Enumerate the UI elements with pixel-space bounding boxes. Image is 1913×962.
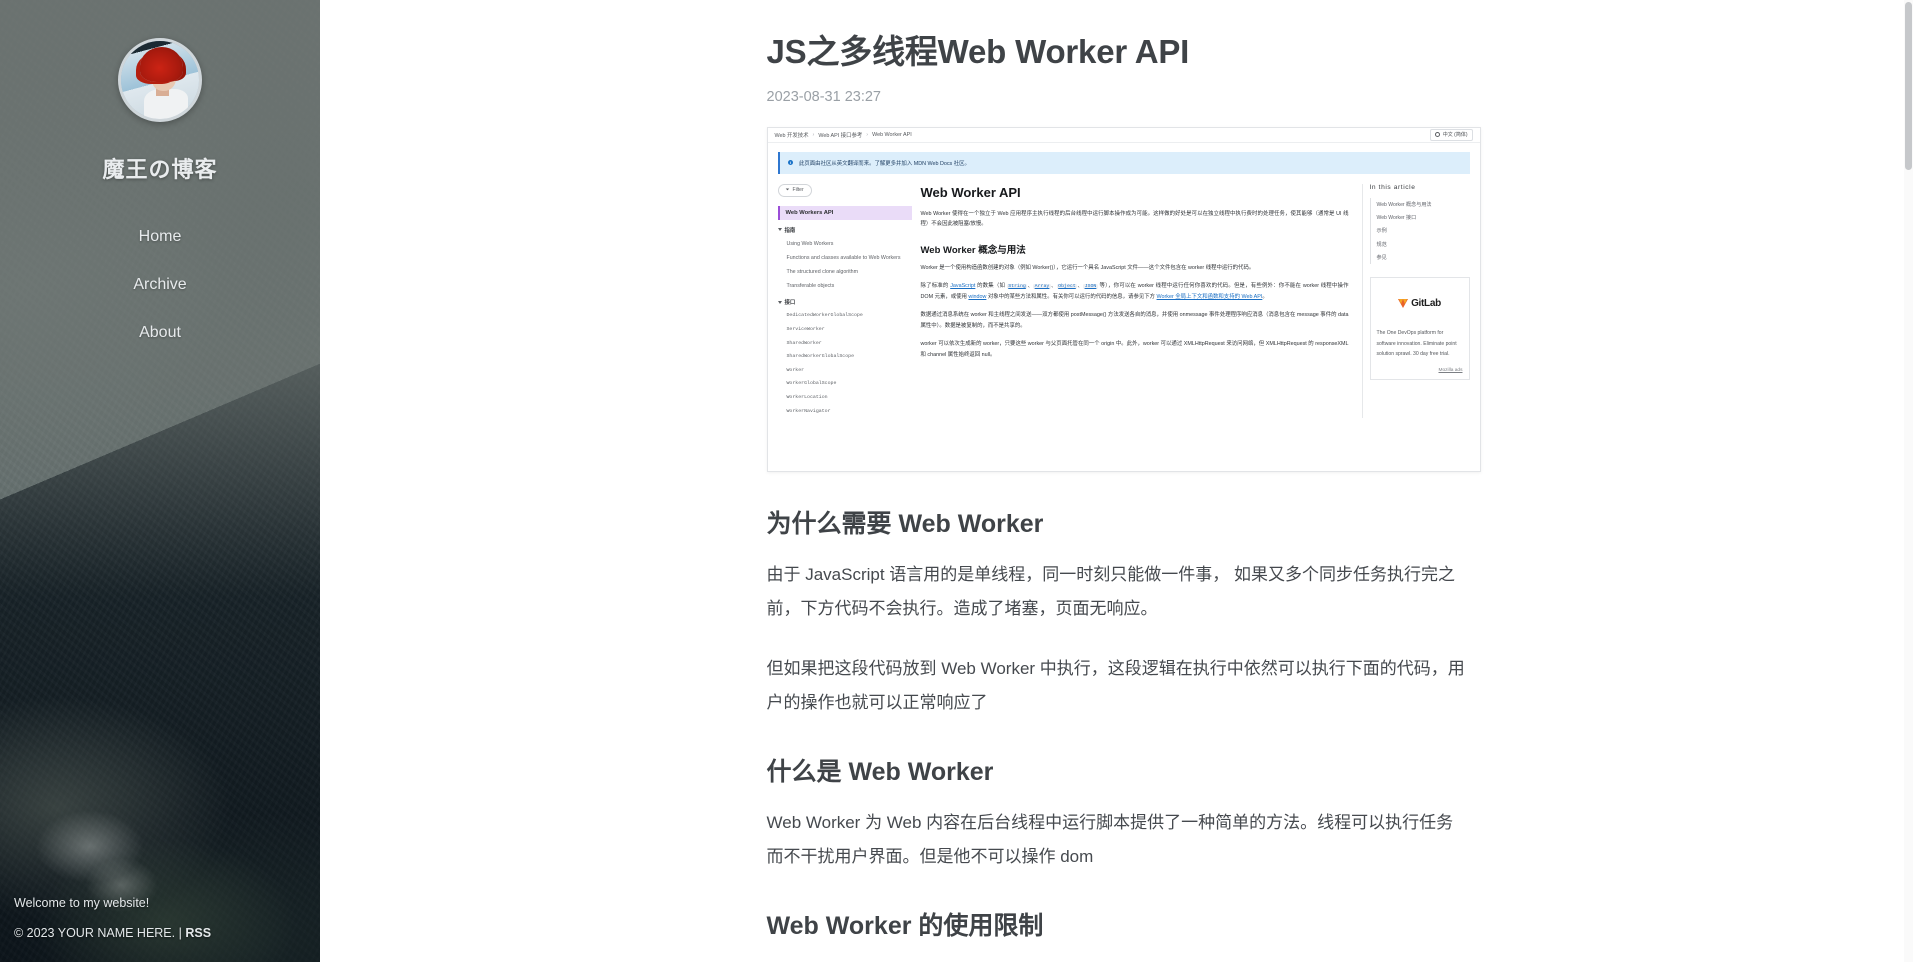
copyright-label: © 2023 YOUR NAME HERE. | [14,926,182,940]
rss-link[interactable]: RSS [185,926,211,940]
toc-item[interactable]: 参见 [1377,251,1470,264]
mdn-nav-group-interfaces[interactable]: 接口 [777,298,912,307]
avatar[interactable] [118,38,202,122]
globe-icon [1434,132,1440,138]
article: JS之多线程Web Worker API 2023-08-31 23:27 We… [757,0,1481,942]
info-icon: i [787,159,793,166]
mdn-paragraph: Worker 是一个使用构造函数创建的对象（例如 Worker()），它运行一个… [920,264,1255,271]
link-array[interactable]: Array [1033,284,1051,290]
mdn-paragraph: worker 可以依次生成新的 worker，只要这些 worker 与父页面托… [920,341,1349,358]
gitlab-logo: GitLab [1376,284,1463,323]
breadcrumb-item-2[interactable]: Web API 接口参考 [818,131,862,139]
mdn-nav-item[interactable]: SharedWorker [778,337,912,351]
embedded-screenshot-mdn: Web 开发技术 › Web API 接口参考 › Web Worker API… [766,126,1481,472]
text-run: 除了标准的 [920,283,951,290]
mdn-nav-item[interactable]: Transferable objects [778,279,912,293]
mdn-nav-item[interactable]: Worker [778,364,912,378]
sidebar-nav: Home Archive About [0,218,320,362]
mdn-nav-item[interactable]: WorkerNavigator [778,405,912,419]
section-heading-web-worker-limits: Web Worker 的使用限制 [766,911,1044,940]
translation-banner-text: 此页面由社区从英文翻译而来。了解更多并加入 MDN Web Docs 社区。 [799,160,970,167]
main-content: JS之多线程Web Worker API 2023-08-31 23:27 We… [320,0,1913,962]
mdn-nav-group-label: 指南 [784,227,796,234]
mozilla-ads-link[interactable]: Mozilla ads [1377,368,1463,373]
link-javascript[interactable]: JavaScript [950,283,975,289]
scrollbar-thumb[interactable] [1905,2,1912,170]
mdn-paragraph: Web Worker 使得在一个独立于 Web 应用程序主执行线程的后台线程中运… [920,210,1349,228]
chevron-down-icon [777,300,782,304]
copyright-text: © 2023 YOUR NAME HERE. | RSS [14,926,320,940]
link-worker-global-context[interactable]: Worker 全局上下文和函数和支持的 Web API [1157,294,1263,300]
section-paragraph: 由于 JavaScript 语言用的是单线程，同一时刻只能做一件事， 如果又多个… [766,564,1456,618]
filter-button[interactable]: ⏷ Filter [777,183,812,197]
mdn-nav-item[interactable]: Using Web Workers [778,237,912,251]
mdn-nav-group-guides[interactable]: 指南 [777,226,912,234]
mdn-nav-item[interactable]: SharedWorkerGlobalScope [778,350,912,364]
mdn-article: Web Worker API Web Worker 使得在一个独立于 Web 应… [921,184,1353,419]
filter-label: Filter [792,187,804,194]
blog-title: 魔王の博客 [102,157,218,182]
toc-item[interactable]: Web Worker 概念与用法 [1377,198,1470,211]
text-run: 对象中的某些方法和属性。有关你可以运行的代码的信息，请参见下方 [986,293,1157,300]
translation-banner: i 此页面由社区从英文翻译而来。了解更多并加入 MDN Web Docs 社区。 [777,151,1470,174]
text-run: 。 [1262,293,1268,300]
mdn-nav-group-label: 接口 [784,300,796,307]
mdn-nav-item[interactable]: WorkerGlobalScope [778,377,912,391]
in-this-article-list: Web Worker 概念与用法 Web Worker 接口 示例 规范 参见 [1369,197,1470,265]
advertisement-text: The One DevOps platform for software inn… [1376,330,1457,357]
mdn-nav-item[interactable]: WorkerLocation [778,391,912,405]
breadcrumb-separator-icon: › [866,131,869,138]
mdn-paragraph-with-links: 除了标准的 JavaScript 的数集（如 String、 Array、 Obje… [920,283,1349,300]
section-paragraph: 但如果把这段代码放到 Web Worker 中执行，这段逻辑在执行中依然可以执行… [766,658,1465,712]
mdn-nav-item[interactable]: DedicatedWorkerGlobalScope [778,309,912,323]
chevron-down-icon [777,228,782,232]
sidebar-item-about[interactable]: About [139,314,181,352]
gitlab-wordmark: GitLab [1411,297,1441,309]
page-title: JS之多线程Web Worker API [766,33,1190,70]
mdn-nav-item[interactable]: The structured clone algorithm [778,265,912,279]
gitlab-fox-icon [1398,298,1409,308]
in-this-article-title: In this article [1369,183,1416,191]
mdn-toc-aside: In this article Web Worker 概念与用法 Web Wor… [1361,183,1470,419]
mdn-sidebar: ⏷ Filter Web Workers API 指南 Using Web Wo… [777,183,912,419]
sidebar: 魔王の博客 Home Archive About Welcome to my w… [0,0,320,962]
mdn-article-title: Web Worker API [920,184,1021,200]
mdn-article-subtitle: Web Worker 概念与用法 [920,244,1026,256]
mdn-nav-item[interactable]: Functions and classes available to Web W… [778,251,912,265]
section-heading-why-web-worker: 为什么需要 Web Worker [766,509,1044,538]
section-paragraph: Web Worker 为 Web 内容在后台线程中运行脚本提供了一种简单的方法。… [766,812,1454,866]
welcome-text: Welcome to my website! [14,896,150,910]
link-string[interactable]: String [1006,284,1028,290]
language-switcher-button[interactable]: 中文 (简体) [1429,128,1473,141]
section-heading-what-is-web-worker: 什么是 Web Worker [766,757,994,786]
language-label: 中文 (简体) [1442,132,1468,139]
mdn-nav-current[interactable]: Web Workers API [777,205,912,220]
link-object[interactable]: Object [1056,284,1078,290]
breadcrumb: Web 开发技术 › Web API 接口参考 › Web Worker API… [767,128,1480,143]
advertisement-card[interactable]: GitLab The One DevOps platform for softw… [1369,277,1470,380]
breadcrumb-item-1[interactable]: Web 开发技术 [775,131,809,139]
text-run: 的数集（如 [975,283,1007,290]
post-date: 2023-08-31 23:27 [766,88,882,105]
toc-item[interactable]: 规范 [1377,238,1470,251]
avatar-image [121,41,199,119]
sidebar-footer: Welcome to my website! © 2023 YOUR NAME … [0,896,320,962]
toc-item[interactable]: 示例 [1377,224,1470,237]
toc-item[interactable]: Web Worker 接口 [1377,211,1470,224]
scrollbar[interactable] [1904,0,1913,962]
link-window[interactable]: window [968,294,986,300]
sidebar-item-home[interactable]: Home [139,218,182,256]
mdn-nav-item[interactable]: ServiceWorker [778,323,912,337]
breadcrumb-separator-icon: › [812,131,815,138]
breadcrumb-item-3: Web Worker API [872,131,912,138]
filter-icon: ⏷ [785,187,790,194]
link-json[interactable]: JSON [1083,284,1098,290]
sidebar-item-archive[interactable]: Archive [133,266,186,304]
mdn-paragraph: 数据通过消息系统在 worker 和主线程之间发送——双方都使用 postMes… [920,312,1349,329]
